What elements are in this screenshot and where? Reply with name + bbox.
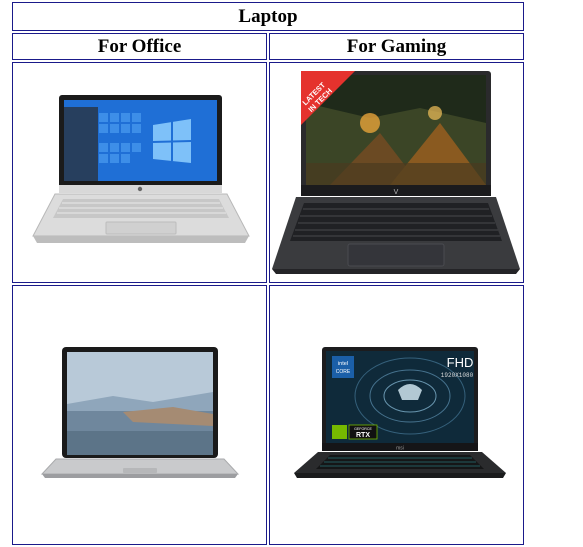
office-laptop-cell-1 — [12, 62, 267, 283]
table-caption: Laptop — [12, 2, 524, 31]
gaming-laptop-cell-1: V LATEST IN TECH — [269, 62, 524, 283]
surface-laptop-icon — [40, 347, 240, 478]
msi-gaming-laptop-icon: FHD 1920X1080 intel CORE GEFORCE RTX msi — [294, 347, 506, 478]
svg-text:V: V — [394, 189, 399, 196]
msi-intel-brand: intel — [338, 361, 348, 367]
msi-screen-resolution: 1920X1080 — [441, 372, 474, 379]
msi-deck-brand: msi — [396, 446, 404, 452]
column-header-office: For Office — [12, 33, 267, 60]
hp-victus-gaming-laptop-icon: V LATEST IN TECH — [272, 71, 520, 274]
office-laptop-cell-2 — [12, 285, 267, 545]
msi-rtx: RTX — [356, 432, 370, 439]
column-header-gaming-text: For Gaming — [346, 35, 447, 57]
msi-screen-fhd: FHD — [447, 355, 474, 370]
column-header-gaming: For Gaming — [269, 33, 524, 60]
caption-text: Laptop — [238, 5, 298, 27]
msi-intel-model: CORE — [336, 369, 351, 375]
msi-gpu-line: GEFORCE — [354, 427, 372, 431]
hp-laptop-windows-icon — [32, 95, 250, 243]
gaming-laptop-cell-2: FHD 1920X1080 intel CORE GEFORCE RTX msi — [269, 285, 524, 545]
column-header-office-text: For Office — [97, 35, 182, 57]
